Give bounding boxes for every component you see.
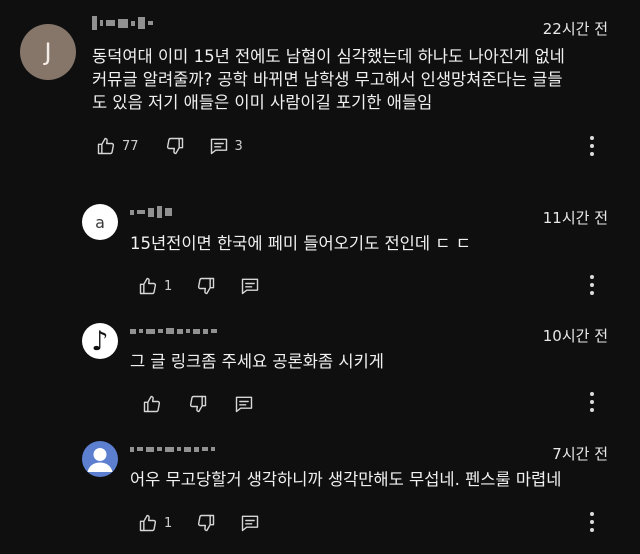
like-count: 1 (164, 278, 173, 294)
username-blurred[interactable] (130, 324, 217, 338)
like-button[interactable]: 1 (138, 513, 172, 533)
default-person-icon (87, 448, 113, 472)
thumbs-up-icon (139, 514, 157, 532)
thumbs-up-icon (143, 395, 161, 413)
comment-text: 15년전이면 한국에 페미 들어오기도 전인데 ㄷ ㄷ (130, 234, 471, 253)
more-vert-icon[interactable] (590, 136, 594, 156)
username-blurred[interactable] (130, 205, 172, 219)
comment-actions (142, 392, 254, 416)
comment-actions: 77 3 (96, 134, 243, 158)
username-blurred[interactable] (92, 16, 153, 30)
dislike-button[interactable] (196, 276, 216, 296)
more-vert-icon[interactable] (590, 392, 594, 412)
comment-text: 그 글 링크좀 주세요 공론화좀 시키게 (130, 352, 384, 371)
thumbs-down-icon (189, 395, 207, 413)
reply-icon (235, 396, 253, 413)
reply-count: 3 (234, 138, 243, 154)
user-avatar[interactable]: J (20, 24, 76, 80)
reply-icon (242, 278, 259, 295)
reply-button[interactable] (240, 276, 260, 296)
reply-icon (210, 138, 227, 155)
dislike-button[interactable] (196, 513, 216, 533)
user-avatar[interactable] (82, 441, 118, 477)
user-avatar[interactable]: ♪ (82, 323, 118, 359)
replies-button[interactable]: 3 (209, 136, 243, 156)
comment-timestamp[interactable]: 10시간 전 (543, 325, 608, 346)
comment-actions: 1 (138, 274, 260, 298)
like-button[interactable]: 1 (138, 276, 172, 296)
reply-icon (242, 515, 259, 532)
comment-text: 동덕여대 이미 15년 전에도 남혐이 심각했는데 하나도 나아진게 없네 커뮤… (92, 47, 565, 112)
avatar-letter: a (95, 212, 105, 232)
like-count: 1 (164, 515, 173, 531)
more-vert-icon[interactable] (590, 512, 594, 532)
dislike-button[interactable] (165, 136, 185, 156)
more-vert-icon[interactable] (590, 275, 594, 295)
like-button[interactable]: 77 (96, 136, 139, 156)
comment-timestamp[interactable]: 7시간 전 (552, 443, 608, 464)
like-button[interactable] (142, 394, 162, 414)
comment-timestamp[interactable]: 11시간 전 (543, 207, 608, 228)
reply-button[interactable] (234, 394, 254, 414)
thumbs-up-icon (97, 137, 115, 155)
comment-actions: 1 (138, 511, 260, 535)
user-avatar[interactable]: a (82, 204, 118, 240)
thumbs-down-icon (198, 277, 215, 295)
dislike-button[interactable] (188, 394, 208, 414)
comment-timestamp[interactable]: 22시간 전 (543, 18, 608, 39)
music-note-icon: ♪ (91, 325, 109, 357)
thumbs-down-icon (166, 137, 183, 155)
like-count: 77 (122, 138, 139, 154)
reply-button[interactable] (240, 513, 260, 533)
thumbs-down-icon (198, 514, 215, 532)
username-blurred[interactable] (130, 442, 215, 456)
thumbs-up-icon (139, 277, 157, 295)
avatar-letter: J (44, 38, 52, 66)
comment-text: 어우 무고당할거 생각하니까 생각만해도 무섭네. 펜스룰 마렵네 (130, 470, 562, 489)
